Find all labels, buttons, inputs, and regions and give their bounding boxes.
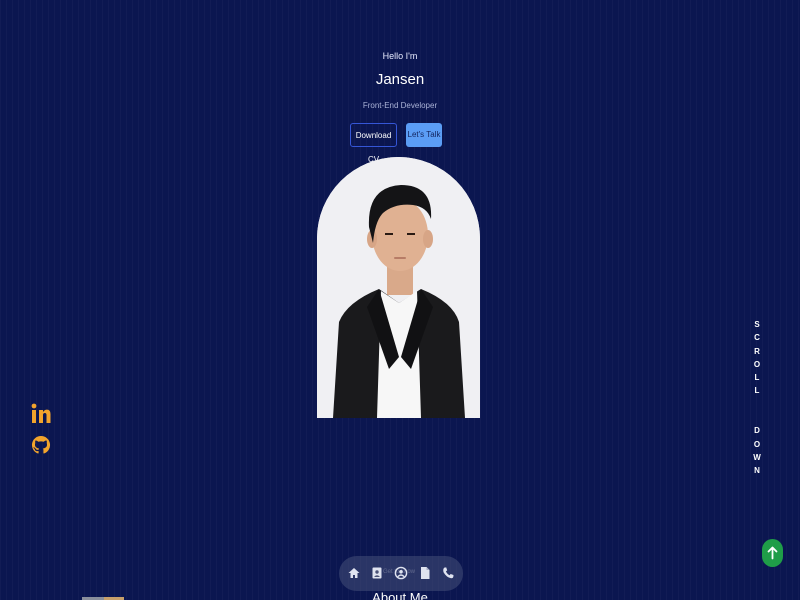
scroll-down-link[interactable]: S C R O L L D O W N [751, 318, 763, 478]
github-icon[interactable] [31, 435, 51, 457]
document-icon[interactable] [417, 565, 433, 581]
portfolio-page: Hello I'm Jansen Front-End Developer Dow… [0, 0, 800, 600]
greeting-text: Hello I'm [382, 51, 418, 61]
bottom-nav: Get to know [339, 556, 463, 591]
contact-card-icon[interactable] [369, 565, 385, 581]
name-heading: Jansen [375, 71, 425, 88]
profile-photo-illustration [317, 157, 480, 418]
role-subtitle: Front-End Developer [362, 101, 438, 110]
profile-photo [317, 157, 480, 418]
linkedin-icon[interactable] [31, 403, 51, 425]
phone-icon[interactable] [440, 565, 456, 581]
lets-talk-button[interactable]: Let's Talk [406, 123, 442, 147]
home-icon[interactable] [346, 565, 362, 581]
download-cv-button[interactable]: Download CV [350, 123, 397, 164]
user-icon[interactable] [393, 565, 409, 581]
arrow-up-icon [767, 546, 778, 560]
back-to-top-button[interactable] [762, 539, 783, 567]
social-links [31, 403, 53, 467]
